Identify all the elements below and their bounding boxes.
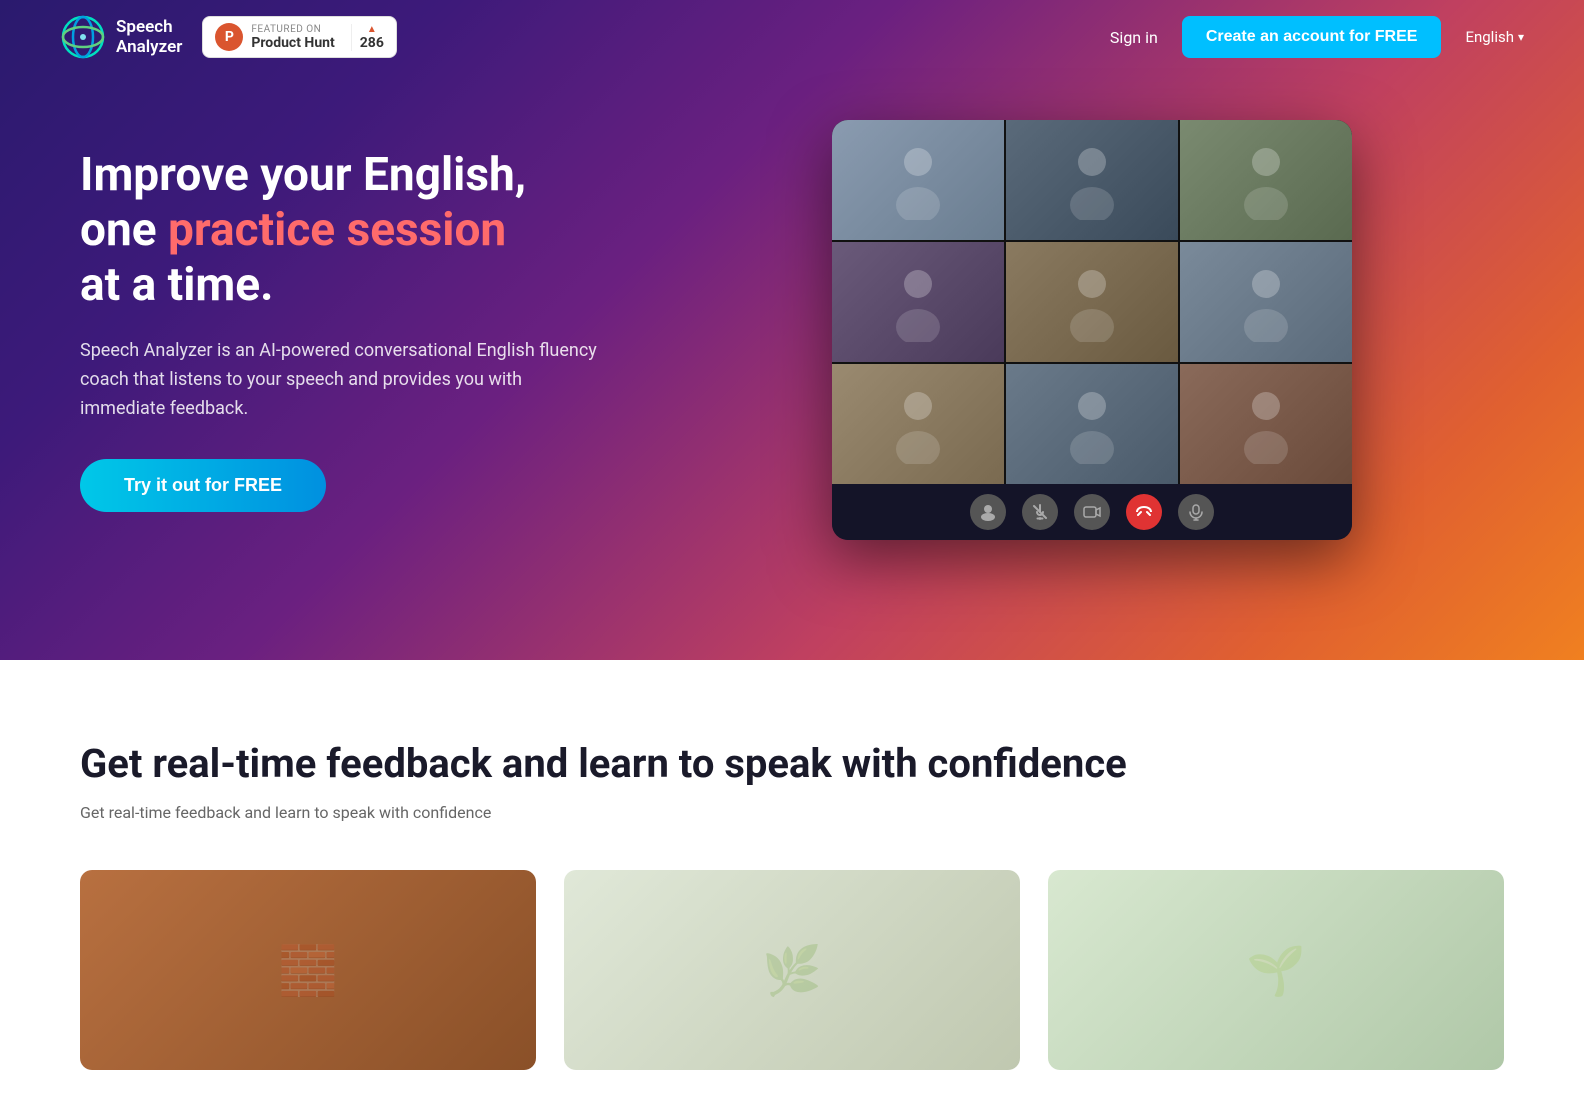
video-frame (832, 120, 1352, 540)
mute-icon (1031, 503, 1049, 521)
video-cell-4 (832, 242, 1004, 362)
person-6 (1180, 242, 1352, 362)
hero-title-line3: at a time. (80, 258, 273, 312)
brick-wall-image: 🧱 (80, 870, 536, 1070)
hero-section: Speech Analyzer P FEATURED ON Product Hu… (0, 0, 1584, 660)
language-label: English (1465, 28, 1514, 46)
microphone-icon (1187, 503, 1205, 521)
hero-title-highlight: practice session (168, 203, 506, 257)
nav-left: Speech Analyzer P FEATURED ON Product Hu… (60, 14, 397, 60)
profile-button[interactable] (970, 494, 1006, 530)
logo-icon (60, 14, 106, 60)
logo: Speech Analyzer (60, 14, 182, 60)
product-hunt-logo: P (215, 23, 243, 51)
logo-text: Speech Analyzer (116, 17, 182, 58)
ph-count: 286 (360, 35, 384, 51)
call-controls-bar (832, 484, 1352, 540)
product-hunt-badge[interactable]: P FEATURED ON Product Hunt ▲ 286 (202, 16, 397, 58)
ph-arrow-icon: ▲ (367, 24, 377, 35)
hero-description: Speech Analyzer is an AI-powered convers… (80, 337, 600, 423)
product-hunt-info: FEATURED ON Product Hunt (251, 24, 334, 51)
nav-right: Sign in Create an account for FREE Engli… (1110, 16, 1524, 58)
ph-votes: ▲ 286 (351, 24, 384, 51)
camera-icon (1083, 503, 1101, 521)
video-cell-3 (1180, 120, 1352, 240)
person-2 (1006, 120, 1178, 240)
person-3 (1180, 120, 1352, 240)
end-call-button[interactable] (1126, 494, 1162, 530)
ph-name: Product Hunt (251, 35, 334, 51)
person-7 (832, 364, 1004, 484)
end-call-icon (1135, 503, 1153, 521)
video-cell-8 (1006, 364, 1178, 484)
camera-button[interactable] (1074, 494, 1110, 530)
video-cell-6 (1180, 242, 1352, 362)
section2-subtitle: Get real-time feedback and learn to spea… (80, 803, 1504, 822)
person-4 (832, 242, 1004, 362)
signin-link[interactable]: Sign in (1110, 28, 1158, 47)
person-8 (1006, 364, 1178, 484)
person-1 (832, 120, 1004, 240)
person-5 (1006, 242, 1178, 362)
video-cell-1 (832, 120, 1004, 240)
ph-featured-label: FEATURED ON (251, 24, 334, 35)
section2-title: Get real-time feedback and learn to spea… (80, 740, 1504, 787)
section2-image-2: 🌿 (564, 870, 1020, 1070)
video-cell-7 (832, 364, 1004, 484)
mute-button[interactable] (1022, 494, 1058, 530)
hero-content: Improve your English, one practice sessi… (80, 148, 680, 513)
video-cell-5 (1006, 242, 1178, 362)
video-cell-9 (1180, 364, 1352, 484)
video-grid (832, 120, 1352, 484)
language-selector[interactable]: English ▾ (1465, 28, 1524, 46)
hero-title-part1: Improve your English, (80, 148, 526, 202)
navbar: Speech Analyzer P FEATURED ON Product Hu… (0, 0, 1584, 74)
section2-image-1: 🧱 (80, 870, 536, 1070)
section2-images: 🧱 🌿 🌱 (80, 870, 1504, 1070)
profile-icon (979, 503, 997, 521)
create-account-button[interactable]: Create an account for FREE (1182, 16, 1442, 58)
hero-cta-button[interactable]: Try it out for FREE (80, 459, 326, 512)
window-plant-image: 🌱 (1048, 870, 1504, 1070)
microphone-button[interactable] (1178, 494, 1214, 530)
hero-title-part2: one (80, 203, 168, 257)
hero-title: Improve your English, one practice sessi… (80, 148, 680, 314)
video-cell-2 (1006, 120, 1178, 240)
indoor-plant-image: 🌿 (564, 870, 1020, 1070)
person-9 (1180, 364, 1352, 484)
section2-image-3: 🌱 (1048, 870, 1504, 1070)
hero-video-area (680, 120, 1504, 540)
section2: Get real-time feedback and learn to spea… (0, 660, 1584, 1110)
chevron-down-icon: ▾ (1518, 30, 1524, 44)
